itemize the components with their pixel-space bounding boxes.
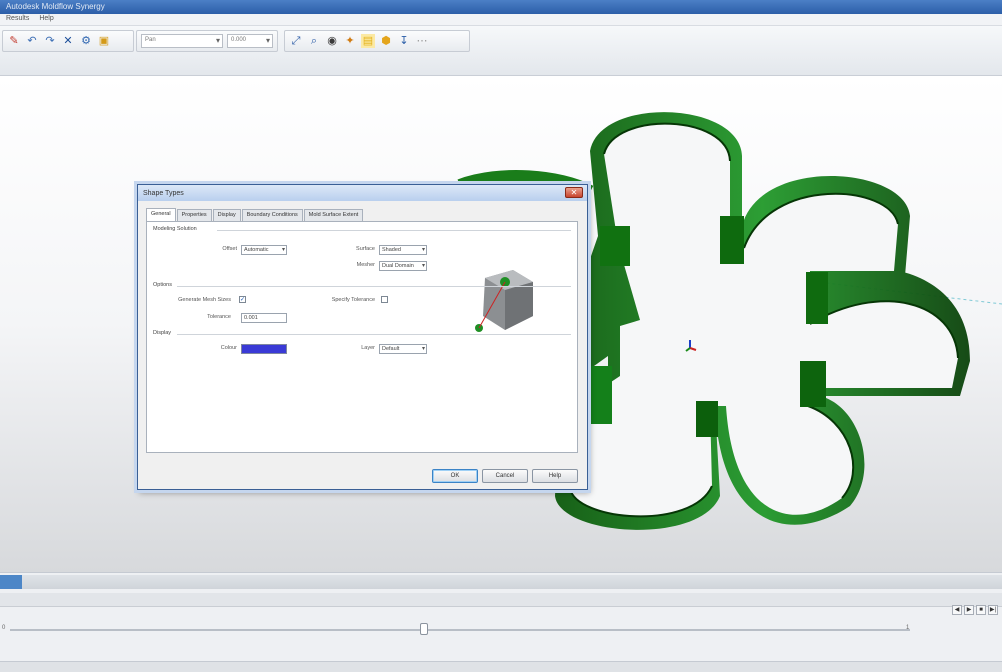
tab-mold-surface-extent[interactable]: Mold Surface Extent (303, 209, 364, 221)
timeline-progress (0, 575, 22, 589)
cancel-button[interactable]: Cancel (482, 469, 528, 483)
redo-icon[interactable]: ↷ (43, 34, 57, 48)
wall-segment (696, 401, 718, 437)
tab-general[interactable]: General (146, 208, 176, 221)
stop-button[interactable]: ■ (976, 605, 986, 615)
mesher-select[interactable]: Dual Domain (379, 261, 427, 271)
edit-toolbar-group: ✎ ↶ ↷ ✕ ⚙ ▣ (2, 30, 134, 52)
section-divider (177, 334, 571, 335)
pin-icon[interactable]: ⬢ (379, 34, 393, 48)
tab-display[interactable]: Display (212, 209, 241, 221)
value-select[interactable]: 0.000 (227, 34, 273, 48)
tolerance-label: Tolerance (207, 314, 231, 320)
part-preview-image (475, 270, 533, 332)
rotate-icon[interactable]: ⤢ (289, 34, 303, 48)
step-forward-button[interactable]: ▶| (988, 605, 998, 615)
specify-tolerance-checkbox[interactable] (381, 296, 388, 303)
layer-select[interactable]: Default (379, 344, 427, 354)
dialog-titlebar[interactable]: Shape Types ✕ (138, 185, 587, 201)
section-title-options: Options (153, 282, 172, 288)
shape-types-dialog: Shape Types ✕ General Properties Display… (137, 184, 588, 490)
tolerance-input[interactable]: 0.001 (241, 313, 287, 323)
surface-select[interactable]: Shaded (379, 245, 427, 255)
section-divider (217, 230, 571, 231)
surface-label: Surface (356, 246, 375, 252)
pointer-icon[interactable]: ↧ (397, 34, 411, 48)
timeline-start-label: 0 (2, 625, 6, 631)
playback-controls: ◀ ▶ ■ ▶| (952, 605, 998, 615)
window-title: Autodesk Moldflow Synergy (6, 2, 105, 11)
status-bar (0, 661, 1002, 672)
lock-icon[interactable]: ◉ (325, 34, 339, 48)
wall-segment (720, 216, 744, 264)
close-icon[interactable]: ✕ (565, 187, 583, 198)
menu-results[interactable]: Results (6, 15, 29, 24)
layer-label: Layer (361, 345, 375, 351)
view-combos: Pan 0.000 (136, 30, 278, 52)
section-title-modeling: Modeling Solution (153, 226, 197, 232)
mesher-label: Mesher (356, 262, 375, 268)
wall-segment (806, 272, 828, 324)
timeline-end-label: 1 (906, 625, 910, 631)
auto-sizes-checkbox[interactable]: ✓ (239, 296, 246, 303)
zoom-icon[interactable]: ⌕ (307, 34, 321, 48)
section-divider (177, 286, 571, 287)
window-titlebar: Autodesk Moldflow Synergy (0, 0, 1002, 14)
colour-label: Colour (220, 345, 237, 351)
timeline-ruler (0, 593, 1002, 607)
colour-picker[interactable] (241, 344, 287, 354)
tab-boundary-conditions[interactable]: Boundary Conditions (241, 209, 303, 221)
menu-help[interactable]: Help (39, 15, 53, 24)
undo-icon[interactable]: ↶ (25, 34, 39, 48)
dialog-tabs: General Properties Display Boundary Cond… (146, 208, 364, 221)
new-icon[interactable]: ✎ (7, 34, 21, 48)
play-button[interactable]: ▶ (964, 605, 974, 615)
delete-icon[interactable]: ✕ (61, 34, 75, 48)
tab-properties[interactable]: Properties (176, 209, 212, 221)
section-title-display: Display (153, 330, 172, 336)
tools-toolbar-group: ⤢ ⌕ ◉ ✦ ▤ ⬢ ↧ ⋯ (284, 30, 470, 52)
step-back-button[interactable]: ◀ (952, 605, 962, 615)
auto-sizes-label: Generate Mesh Sizes (178, 297, 231, 303)
offset-label: Offset (222, 246, 237, 252)
select-icon[interactable]: ✦ (343, 34, 357, 48)
scrub-handle[interactable] (420, 623, 428, 635)
settings-icon[interactable]: ⚙ (79, 34, 93, 48)
timeline-track[interactable] (0, 575, 1002, 589)
offset-select[interactable]: Automatic (241, 245, 287, 255)
more-icon[interactable]: ⋯ (415, 34, 429, 48)
wall-segment (800, 361, 826, 407)
save-icon[interactable]: ▣ (97, 34, 111, 48)
animation-timeline: ◀ ▶ ■ ▶| 0 1 (0, 572, 1002, 672)
dialog-title: Shape Types (143, 189, 184, 197)
view-mode-select[interactable]: Pan (141, 34, 223, 48)
ok-button[interactable]: OK (432, 469, 478, 483)
tab-panel-general: Modeling Solution Offset Automatic Surfa… (146, 221, 578, 453)
scrub-track[interactable] (10, 629, 910, 631)
specify-tolerance-label: Specify Tolerance (331, 297, 375, 303)
toolbar: ✎ ↶ ↷ ✕ ⚙ ▣ Pan 0.000 ⤢ ⌕ ◉ ✦ ▤ ⬢ ↧ ⋯ (0, 26, 1002, 76)
help-button[interactable]: Help (532, 469, 578, 483)
menu-bar: Results Help (0, 14, 1002, 26)
wall-segment (600, 226, 630, 266)
highlight-icon[interactable]: ▤ (361, 34, 375, 48)
